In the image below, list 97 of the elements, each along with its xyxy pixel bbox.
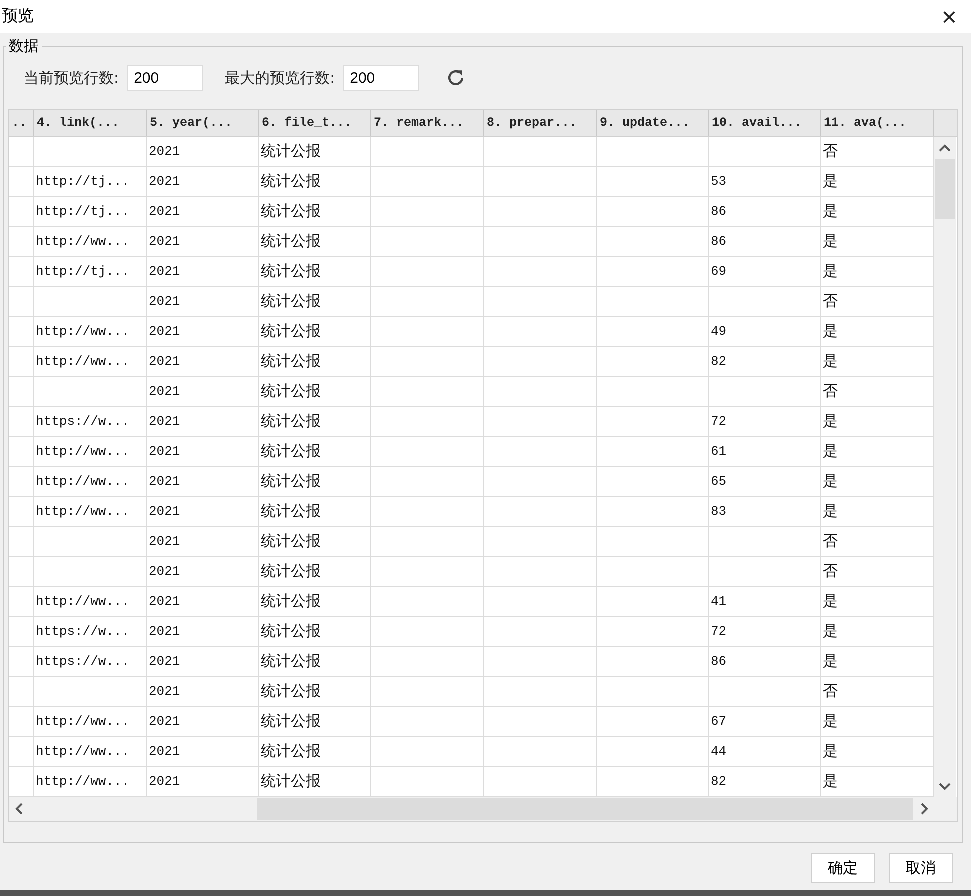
- table-cell: 2021: [147, 557, 259, 586]
- table-cell: 65: [709, 467, 821, 496]
- table-cell: 统计公报: [259, 557, 371, 586]
- table-cell: 统计公报: [259, 647, 371, 676]
- table-cell: 统计公报: [259, 467, 371, 496]
- table-cell: 统计公报: [259, 497, 371, 526]
- input-field[interactable]: 200: [343, 65, 420, 91]
- table-cell: http://ww...: [34, 497, 147, 526]
- table-cell: 2021: [147, 137, 259, 166]
- field-label: 最大的预览行数:: [225, 68, 336, 88]
- table-cell: 统计公报: [259, 707, 371, 736]
- table-cell: 2021: [147, 317, 259, 346]
- table-cell: http://ww...: [34, 767, 147, 796]
- table-cell: 统计公报: [259, 437, 371, 466]
- input-field[interactable]: 200: [127, 65, 204, 91]
- table-cell: http://ww...: [34, 317, 147, 346]
- table-cell: 72: [709, 617, 821, 646]
- table-cell: 86: [709, 647, 821, 676]
- column-header[interactable]: 11. ava(...: [821, 110, 934, 136]
- close-button[interactable]: ×: [938, 4, 961, 30]
- table-cell: http://ww...: [34, 707, 147, 736]
- table-cell: 2021: [147, 437, 259, 466]
- table-cell: 统计公报: [259, 347, 371, 376]
- table-cell: 统计公报: [259, 617, 371, 646]
- table-cell: 69: [709, 257, 821, 286]
- table-cell: 86: [709, 197, 821, 226]
- table-cell: http://ww...: [34, 587, 147, 616]
- table-cell: 41: [709, 587, 821, 616]
- table-cell: 2021: [147, 407, 259, 436]
- column-header[interactable]: 7. remark...: [371, 110, 484, 136]
- table-cell: 统计公报: [259, 737, 371, 766]
- column-header[interactable]: ..: [9, 110, 34, 136]
- table-cell: 82: [709, 347, 821, 376]
- table-cell: 统计公报: [259, 167, 371, 196]
- table-cell: http://ww...: [34, 467, 147, 496]
- table-cell: 统计公报: [259, 197, 371, 226]
- table-cell: http://tj...: [34, 167, 147, 196]
- table-cell: 2021: [147, 587, 259, 616]
- table-cell: 统计公报: [259, 377, 371, 406]
- window-title: 预览: [2, 6, 34, 27]
- table-cell: http://ww...: [34, 437, 147, 466]
- column-header[interactable]: 6. file_t...: [259, 110, 371, 136]
- table-cell: 67: [709, 707, 821, 736]
- table-cell: 统计公报: [259, 677, 371, 706]
- table-cell: 2021: [147, 527, 259, 556]
- table-cell: 统计公报: [259, 587, 371, 616]
- table-cell: 86: [709, 227, 821, 256]
- table-cell: http://ww...: [34, 347, 147, 376]
- table-cell: https://w...: [34, 617, 147, 646]
- table-cell: 2021: [147, 257, 259, 286]
- table-cell: 83: [709, 497, 821, 526]
- table-cell: 2021: [147, 227, 259, 256]
- table-cell: 统计公报: [259, 407, 371, 436]
- table-cell: 2021: [147, 347, 259, 376]
- table-cell: 统计公报: [259, 137, 371, 166]
- table-cell: 统计公报: [259, 227, 371, 256]
- table-cell: https://w...: [34, 407, 147, 436]
- table-cell: http://tj...: [34, 257, 147, 286]
- table-cell: 统计公报: [259, 317, 371, 346]
- table-cell: 44: [709, 737, 821, 766]
- table-cell: 2021: [147, 617, 259, 646]
- table-cell: 2021: [147, 197, 259, 226]
- table-cell: 统计公报: [259, 287, 371, 316]
- column-header[interactable]: 10. avail...: [709, 110, 821, 136]
- column-header[interactable]: 5. year(...: [147, 110, 259, 136]
- table-cell: http://tj...: [34, 197, 147, 226]
- table-cell: 2021: [147, 287, 259, 316]
- column-header[interactable]: 8. prepar...: [484, 110, 597, 136]
- table-cell: 2021: [147, 647, 259, 676]
- table-cell: 82: [709, 767, 821, 796]
- table-cell: 统计公报: [259, 767, 371, 796]
- scrollbar-thumb[interactable]: [935, 159, 955, 219]
- table-cell: 统计公报: [259, 257, 371, 286]
- group-title: 数据: [8, 37, 40, 56]
- table-cell: 72: [709, 407, 821, 436]
- table-cell: 2021: [147, 167, 259, 196]
- table-cell: 61: [709, 437, 821, 466]
- column-header[interactable]: 9. update...: [597, 110, 709, 136]
- table-cell: 2021: [147, 767, 259, 796]
- ok-button[interactable]: 确定: [811, 853, 875, 883]
- vertical-scrollbar[interactable]: [934, 137, 956, 797]
- table-cell: http://ww...: [34, 737, 147, 766]
- table-cell: 2021: [147, 467, 259, 496]
- cancel-button[interactable]: 取消: [889, 853, 953, 883]
- table-cell: 2021: [147, 377, 259, 406]
- table-cell: 统计公报: [259, 527, 371, 556]
- table-cell: 2021: [147, 737, 259, 766]
- table-cell: 49: [709, 317, 821, 346]
- table-cell: 53: [709, 167, 821, 196]
- column-header[interactable]: 4. link(...: [34, 110, 147, 136]
- field-label: 当前预览行数:: [24, 68, 120, 88]
- table-cell: 2021: [147, 707, 259, 736]
- table-cell: 2021: [147, 677, 259, 706]
- scrollbar-thumb[interactable]: [257, 798, 913, 820]
- table-cell: https://w...: [34, 647, 147, 676]
- table-cell: 2021: [147, 497, 259, 526]
- table-cell: http://ww...: [34, 227, 147, 256]
